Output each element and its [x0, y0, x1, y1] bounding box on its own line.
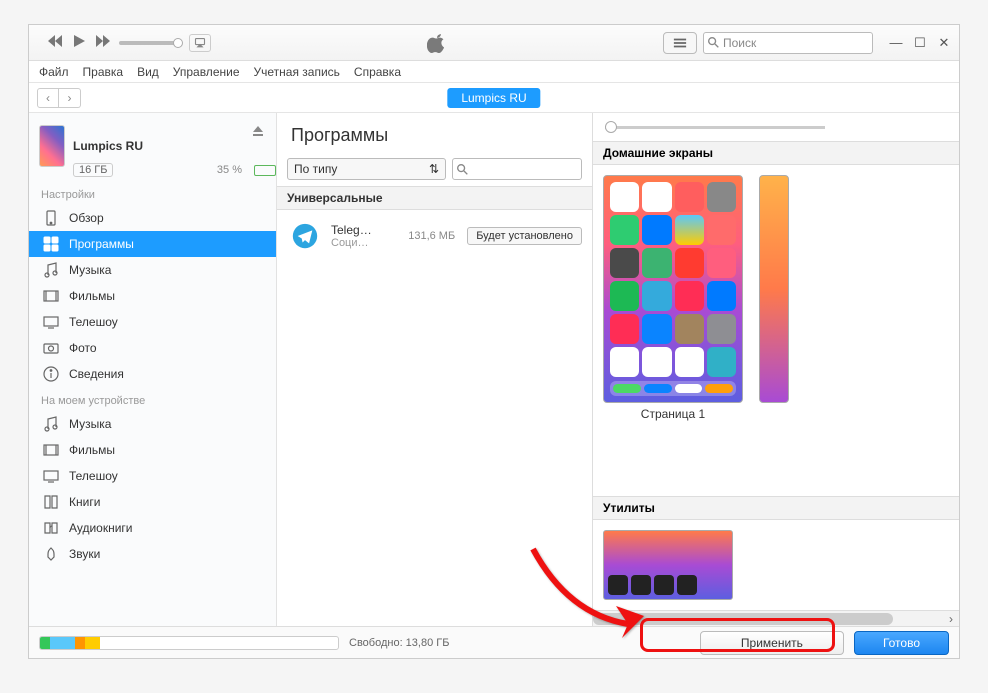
- done-button[interactable]: Готово: [854, 631, 949, 655]
- chevron-updown-icon: ⇅: [429, 162, 439, 176]
- sidebar-item-photos[interactable]: Фото: [29, 335, 276, 361]
- nav-back-button[interactable]: ‹: [37, 88, 59, 108]
- apple-logo-icon: [211, 32, 663, 54]
- sidebar-header-ondevice: На моем устройстве: [29, 387, 276, 411]
- menu-file[interactable]: Файл: [39, 65, 69, 79]
- itunes-window: Поиск — ☐ ✕ Файл Правка Вид Управление У…: [28, 24, 960, 659]
- homescreen-page-2-partial[interactable]: [759, 175, 789, 403]
- section-universal: Универсальные: [277, 186, 592, 210]
- device-name: Lumpics RU: [73, 139, 143, 153]
- eject-button[interactable]: [252, 125, 264, 140]
- playback-controls: [47, 33, 111, 52]
- window-close-button[interactable]: ✕: [935, 34, 953, 52]
- sidebar-item-movies[interactable]: Фильмы: [29, 283, 276, 309]
- search-icon: [708, 37, 719, 48]
- sidebar-item-summary[interactable]: Обзор: [29, 205, 276, 231]
- sidebar-device-audiobooks[interactable]: Аудиокниги: [29, 515, 276, 541]
- sidebar-header-settings: Настройки: [29, 181, 276, 205]
- window-minimize-button[interactable]: —: [887, 34, 905, 52]
- menu-help[interactable]: Справка: [354, 65, 401, 79]
- search-icon: [457, 164, 468, 175]
- nav-forward-button[interactable]: ›: [59, 88, 81, 108]
- zoom-slider[interactable]: [605, 126, 825, 129]
- prev-track-button[interactable]: [47, 33, 63, 52]
- device-header[interactable]: Lumpics RU: [29, 119, 276, 171]
- device-thumbnail-icon: [39, 125, 65, 167]
- titlebar: Поиск — ☐ ✕: [29, 25, 959, 61]
- device-pill[interactable]: Lumpics RU: [447, 88, 540, 108]
- sidebar-item-tvshows[interactable]: Телешоу: [29, 309, 276, 335]
- list-view-button[interactable]: [663, 32, 697, 54]
- apps-title: Программы: [277, 113, 592, 158]
- install-status-button[interactable]: Будет установлено: [467, 227, 582, 245]
- sidebar-device-music[interactable]: Музыка: [29, 411, 276, 437]
- menubar: Файл Правка Вид Управление Учетная запис…: [29, 61, 959, 83]
- homescreen-page-1[interactable]: Страница 1: [603, 175, 743, 421]
- horizontal-scrollbar[interactable]: ‹ ›: [593, 610, 959, 626]
- screens-column: Домашние экраны: [593, 113, 959, 626]
- battery-icon: [254, 165, 276, 176]
- telegram-icon: [287, 218, 323, 254]
- homescreens-header: Домашние экраны: [593, 141, 959, 165]
- airplay-button[interactable]: [189, 34, 211, 52]
- menu-edit[interactable]: Правка: [83, 65, 124, 79]
- nav-row: ‹ › Lumpics RU: [29, 83, 959, 113]
- utilities-folder[interactable]: [603, 530, 733, 600]
- app-row-telegram[interactable]: Teleg… Соци… 131,6 МБ Будет установлено: [277, 210, 592, 262]
- sidebar-device-movies[interactable]: Фильмы: [29, 437, 276, 463]
- utilities-header: Утилиты: [593, 496, 959, 520]
- play-button[interactable]: [71, 33, 87, 52]
- menu-controls[interactable]: Управление: [173, 65, 240, 79]
- sidebar-device-books[interactable]: Книги: [29, 489, 276, 515]
- sidebar-item-info[interactable]: Сведения: [29, 361, 276, 387]
- sidebar-item-music[interactable]: Музыка: [29, 257, 276, 283]
- sort-dropdown[interactable]: По типу ⇅: [287, 158, 446, 180]
- search-placeholder: Поиск: [723, 36, 756, 50]
- sidebar-device-tvshows[interactable]: Телешоу: [29, 463, 276, 489]
- apps-column: Программы По типу ⇅ Универсальные: [277, 113, 593, 626]
- sidebar-device-tones[interactable]: Звуки: [29, 541, 276, 567]
- app-size: 131,6 МБ: [408, 230, 455, 242]
- apps-search-input[interactable]: [452, 158, 582, 180]
- window-maximize-button[interactable]: ☐: [911, 34, 929, 52]
- bottom-bar: Свободно: 13,80 ГБ Применить Готово: [29, 626, 959, 658]
- menu-account[interactable]: Учетная запись: [254, 65, 340, 79]
- dock-row: [610, 381, 736, 396]
- volume-slider[interactable]: [119, 41, 179, 45]
- apply-button[interactable]: Применить: [700, 631, 844, 655]
- menu-view[interactable]: Вид: [137, 65, 159, 79]
- app-name: Teleg…: [331, 223, 400, 237]
- app-category: Соци…: [331, 237, 400, 249]
- app-icon-grid: [610, 182, 736, 377]
- sidebar: Lumpics RU 16 ГБ 35 % Настройки Обзор Пр…: [29, 113, 277, 626]
- free-space-label: Свободно: 13,80 ГБ: [349, 637, 449, 649]
- next-track-button[interactable]: [95, 33, 111, 52]
- page-1-label: Страница 1: [603, 403, 743, 421]
- scroll-right-button[interactable]: ›: [943, 611, 959, 626]
- sidebar-item-apps[interactable]: Программы: [29, 231, 276, 257]
- global-search-input[interactable]: Поиск: [703, 32, 873, 54]
- storage-bar: [39, 636, 339, 650]
